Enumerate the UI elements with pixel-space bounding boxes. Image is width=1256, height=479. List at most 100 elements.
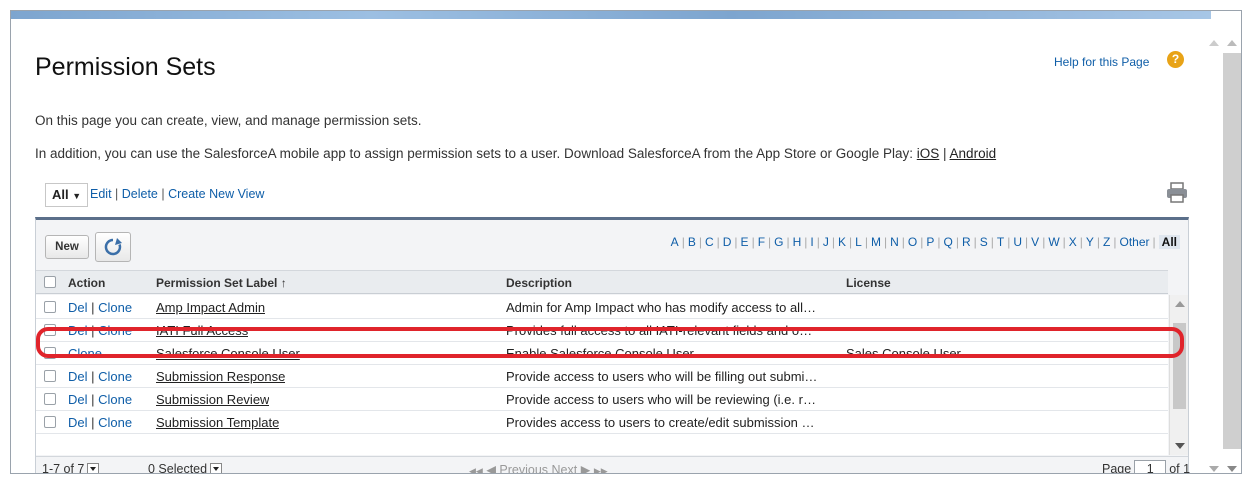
- row-checkbox[interactable]: [44, 301, 56, 313]
- alpha-filter-q[interactable]: Q: [944, 235, 953, 249]
- alpha-filter-u[interactable]: U: [1013, 235, 1022, 249]
- clone-link[interactable]: Clone: [98, 323, 132, 338]
- row-checkbox[interactable]: [44, 324, 56, 336]
- description-cell: Provide access to users who will be revi…: [506, 392, 816, 407]
- row-actions: Del | Clone: [68, 369, 132, 384]
- table-row: Del | Clone Submission Review Provide acce…: [36, 389, 1168, 411]
- description-cell: Enable Salesforce Console User: [506, 346, 694, 361]
- page-number-input[interactable]: 1: [1134, 460, 1167, 473]
- clone-link[interactable]: Clone: [98, 369, 132, 384]
- alpha-filter-l[interactable]: L: [855, 235, 862, 249]
- alpha-filter-y[interactable]: Y: [1086, 235, 1094, 249]
- separator: |: [1152, 235, 1156, 249]
- description-cell: Provides access to users to create/edit …: [506, 415, 815, 430]
- alpha-filter-w[interactable]: W: [1048, 235, 1059, 249]
- delete-link[interactable]: Del: [68, 300, 88, 315]
- permission-set-label-link[interactable]: IATI Full Access: [156, 323, 248, 338]
- alpha-filter-f[interactable]: F: [758, 235, 765, 249]
- table-row: Del | Clone Submission Response Provide ac…: [36, 366, 1168, 388]
- view-select-value: All: [52, 187, 69, 202]
- scroll-down-icon[interactable]: [1227, 466, 1237, 472]
- list-footer: 1-7 of 7 0 Selected ◀◀ ◀ Previous Next ▶…: [36, 456, 1190, 473]
- page-scrollbar[interactable]: [1223, 53, 1241, 449]
- scroll-up-icon[interactable]: [1209, 40, 1219, 46]
- alpha-filter-s[interactable]: S: [980, 235, 988, 249]
- alpha-filter-x[interactable]: X: [1069, 235, 1077, 249]
- previous-page-link[interactable]: ◀ Previous: [486, 463, 548, 473]
- help-icon[interactable]: ?: [1167, 51, 1184, 68]
- table-row: Del | Clone IATI Full Access Provides full…: [36, 320, 1168, 342]
- scroll-down-icon[interactable]: [1175, 443, 1185, 449]
- scroll-up-icon[interactable]: [1227, 40, 1237, 46]
- selected-count[interactable]: 0 Selected: [148, 462, 223, 473]
- alpha-filter-other[interactable]: Other: [1120, 235, 1150, 249]
- create-view-link[interactable]: Create New View: [168, 187, 264, 201]
- android-link[interactable]: Android: [950, 146, 997, 161]
- row-checkbox[interactable]: [44, 347, 56, 359]
- permission-set-label-link[interactable]: Submission Template: [156, 415, 279, 430]
- permission-set-label-link[interactable]: Submission Review: [156, 392, 269, 407]
- column-header-license[interactable]: License: [846, 276, 891, 290]
- row-checkbox[interactable]: [44, 393, 56, 405]
- view-links: Edit | Delete | Create New View: [90, 187, 264, 201]
- description-cell: Provides full access to all IATI-relevan…: [506, 323, 813, 338]
- alpha-filter-o[interactable]: O: [908, 235, 917, 249]
- page-navigator: Page 1 of 1: [1102, 460, 1190, 473]
- edit-view-link[interactable]: Edit: [90, 187, 112, 201]
- delete-link[interactable]: Del: [68, 369, 88, 384]
- printer-icon[interactable]: [1165, 182, 1189, 204]
- record-range[interactable]: 1-7 of 7: [42, 462, 100, 473]
- delete-view-link[interactable]: Delete: [122, 187, 158, 201]
- column-header-label[interactable]: Permission Set Label ↑: [156, 276, 287, 290]
- permission-set-label-link[interactable]: Salesforce Console User: [156, 346, 300, 361]
- first-page-icon[interactable]: ◀◀: [469, 466, 483, 473]
- ios-link[interactable]: iOS: [917, 146, 940, 161]
- alpha-filter-e[interactable]: E: [741, 235, 749, 249]
- select-all-checkbox[interactable]: [44, 276, 56, 288]
- dropdown-arrow-icon[interactable]: [87, 463, 100, 473]
- alpha-filter-g[interactable]: G: [774, 235, 783, 249]
- alpha-filter-b[interactable]: B: [688, 235, 696, 249]
- alpha-filter-j[interactable]: J: [823, 235, 829, 249]
- scroll-down-icon[interactable]: [1209, 466, 1219, 472]
- separator: |: [681, 235, 685, 249]
- clone-link[interactable]: Clone: [98, 415, 132, 430]
- row-checkbox[interactable]: [44, 370, 56, 382]
- help-link[interactable]: Help for this Page: [1054, 55, 1149, 69]
- permission-set-label-link[interactable]: Submission Response: [156, 369, 285, 384]
- view-select[interactable]: All ▼: [45, 183, 89, 207]
- table-header: Action Permission Set Label ↑ Descriptio…: [36, 270, 1168, 294]
- alpha-filter-c[interactable]: C: [705, 235, 714, 249]
- alpha-filter-v[interactable]: V: [1031, 235, 1039, 249]
- scroll-thumb[interactable]: [1173, 323, 1186, 409]
- alphabet-filter: A | B | C | D | E | F | G | H | I | J | K | L | M | N | O | P | Q | R | S | T |…: [671, 235, 1180, 249]
- row-checkbox[interactable]: [44, 416, 56, 428]
- clone-link[interactable]: Clone: [98, 300, 132, 315]
- column-header-description[interactable]: Description: [506, 276, 572, 290]
- license-cell: Sales Console User: [846, 346, 961, 361]
- new-button[interactable]: New: [45, 235, 89, 259]
- separator: |: [87, 369, 99, 384]
- clone-link[interactable]: Clone: [98, 392, 132, 407]
- last-page-icon[interactable]: ▶▶: [594, 466, 608, 473]
- scroll-up-icon[interactable]: [1175, 301, 1185, 307]
- refresh-button[interactable]: [95, 232, 131, 262]
- delete-link[interactable]: Del: [68, 323, 88, 338]
- alpha-filter-all[interactable]: All: [1158, 235, 1180, 249]
- separator: |: [87, 300, 99, 315]
- delete-link[interactable]: Del: [68, 415, 88, 430]
- row-actions: Del | Clone: [68, 323, 132, 338]
- alpha-filter-k[interactable]: K: [838, 235, 846, 249]
- alpha-filter-h[interactable]: H: [793, 235, 802, 249]
- dropdown-arrow-icon[interactable]: [210, 463, 223, 473]
- alpha-filter-a[interactable]: A: [671, 235, 679, 249]
- separator: |: [734, 235, 738, 249]
- alpha-filter-m[interactable]: M: [871, 235, 881, 249]
- list-scrollbar[interactable]: [1169, 295, 1188, 455]
- clone-link[interactable]: Clone: [68, 346, 102, 361]
- alpha-filter-r[interactable]: R: [962, 235, 971, 249]
- next-page-link[interactable]: Next ▶: [552, 463, 591, 473]
- alpha-filter-n[interactable]: N: [890, 235, 899, 249]
- delete-link[interactable]: Del: [68, 392, 88, 407]
- permission-set-label-link[interactable]: Amp Impact Admin: [156, 300, 265, 315]
